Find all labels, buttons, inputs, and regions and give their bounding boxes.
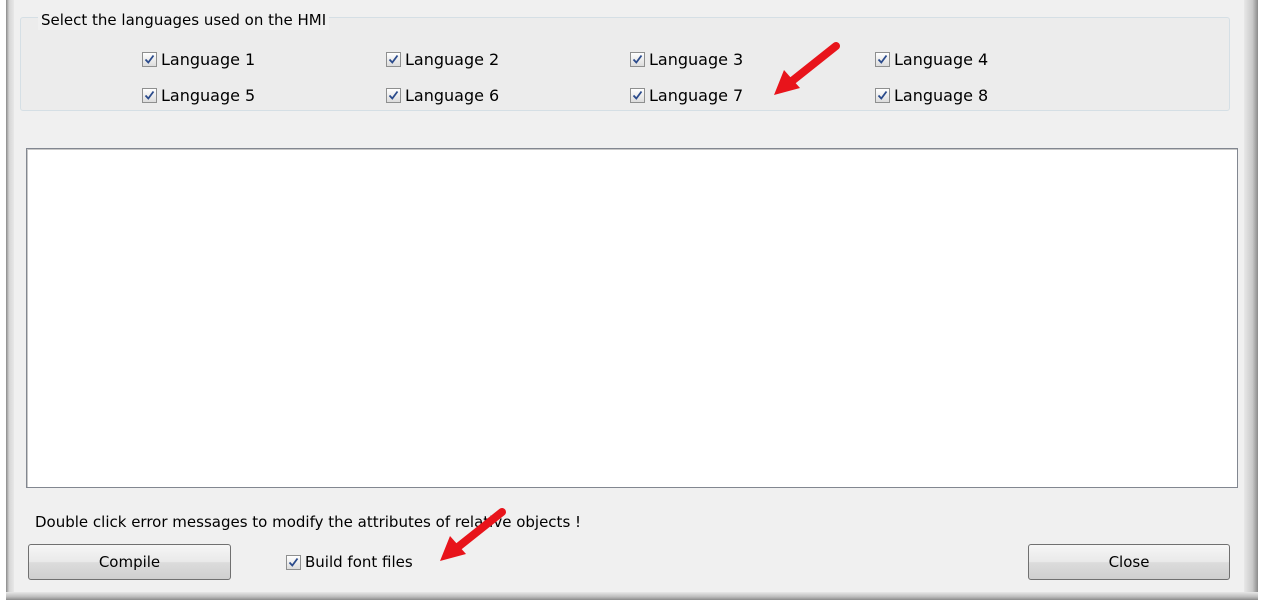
checkbox-checked-icon xyxy=(286,554,301,570)
checkbox-checked-icon xyxy=(386,87,401,103)
language-2-checkbox[interactable]: Language 2 xyxy=(386,48,499,70)
checkbox-checked-icon xyxy=(142,51,157,67)
close-button[interactable]: Close xyxy=(1028,544,1230,580)
language-3-label: Language 3 xyxy=(649,49,744,69)
checkbox-checked-icon xyxy=(142,87,157,103)
checkbox-checked-icon xyxy=(630,87,645,103)
compile-button[interactable]: Compile xyxy=(28,544,231,580)
language-5-checkbox[interactable]: Language 5 xyxy=(142,84,255,106)
language-4-label: Language 4 xyxy=(894,49,989,69)
language-8-checkbox[interactable]: Language 8 xyxy=(875,84,988,106)
language-6-checkbox[interactable]: Language 6 xyxy=(386,84,499,106)
error-message-list[interactable] xyxy=(26,148,1238,488)
language-1-label: Language 1 xyxy=(161,49,256,69)
languages-group-title: Select the languages used on the HMI xyxy=(38,10,330,30)
build-font-files-label: Build font files xyxy=(305,553,413,571)
language-7-label: Language 7 xyxy=(649,85,744,105)
language-3-checkbox[interactable]: Language 3 xyxy=(630,48,743,70)
annotation-arrow-icon xyxy=(440,508,506,561)
language-5-label: Language 5 xyxy=(161,85,256,105)
language-7-checkbox[interactable]: Language 7 xyxy=(630,84,743,106)
checkbox-checked-icon xyxy=(630,51,645,67)
window-frame-right xyxy=(1244,0,1258,600)
language-2-label: Language 2 xyxy=(405,49,500,69)
window-frame-left xyxy=(6,0,14,600)
language-1-checkbox[interactable]: Language 1 xyxy=(142,48,255,70)
build-font-files-checkbox[interactable]: Build font files xyxy=(286,551,413,573)
compile-dialog: Select the languages used on the HMI Lan… xyxy=(0,0,1262,606)
checkbox-checked-icon xyxy=(386,51,401,67)
checkbox-checked-icon xyxy=(875,51,890,67)
language-8-label: Language 8 xyxy=(894,85,989,105)
annotation-arrow-icon xyxy=(774,42,840,95)
language-4-checkbox[interactable]: Language 4 xyxy=(875,48,988,70)
checkbox-checked-icon xyxy=(875,87,890,103)
window-frame-bottom xyxy=(6,592,1258,600)
language-6-label: Language 6 xyxy=(405,85,500,105)
